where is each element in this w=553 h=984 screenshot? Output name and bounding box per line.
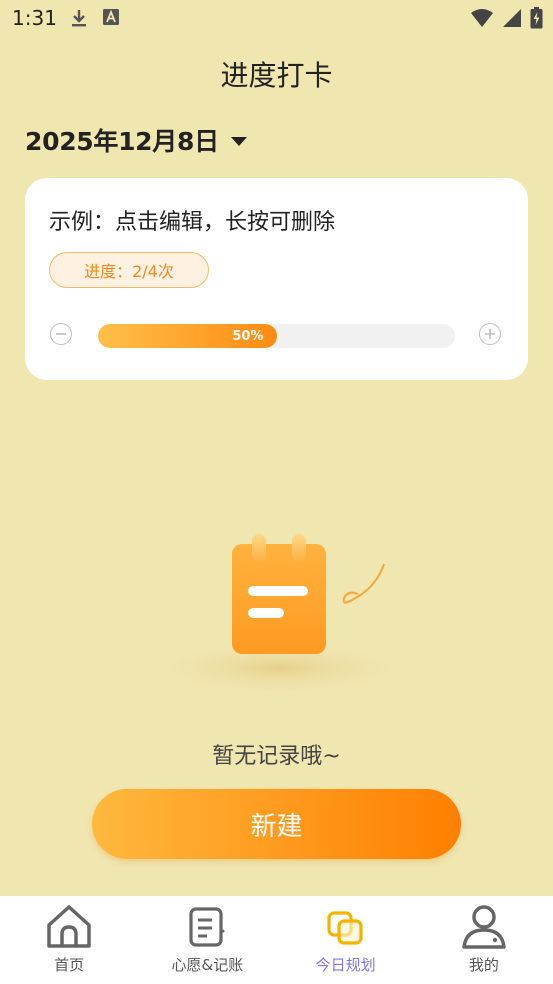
home-icon — [47, 905, 91, 948]
page-title: 进度打卡 — [220, 59, 333, 92]
wifi-icon — [471, 9, 493, 27]
font-a-icon — [103, 9, 119, 25]
caret-down-icon — [230, 137, 247, 146]
progress-count-badge: 进度：2/4次 — [49, 252, 209, 288]
download-icon — [72, 10, 86, 27]
increment-button[interactable] — [479, 323, 501, 345]
progress-card[interactable]: 示例：点击编辑，长按可删除 进度：2/4次 50% — [25, 178, 528, 380]
status-time: 1:31 — [12, 6, 57, 30]
date-value: 2025年12月8日 — [25, 127, 219, 156]
signal-icon — [503, 9, 521, 27]
status-left-icons — [70, 8, 120, 28]
battery-charging-icon — [530, 7, 543, 29]
nav-item-today-plan[interactable]: 今日规划 — [277, 896, 415, 984]
progress-bar-fill: 50% — [98, 324, 277, 348]
note-list-icon — [189, 907, 226, 947]
nav-item-wish-accounts[interactable]: 心愿&记账 — [138, 896, 276, 984]
nav-label-home: 首页 — [54, 956, 85, 974]
nav-item-home[interactable]: 首页 — [0, 896, 138, 984]
status-bar: 1:31 — [0, 0, 553, 38]
empty-state-text: 暂无记录哦~ — [212, 744, 341, 769]
nav-item-mine[interactable]: 我的 — [415, 896, 553, 984]
decrement-button[interactable] — [50, 323, 72, 345]
nav-label-today-plan: 今日规划 — [315, 956, 376, 974]
nav-label-mine: 我的 — [468, 956, 499, 974]
progress-bar: 50% — [98, 324, 455, 348]
card-title: 示例：点击编辑，长按可删除 — [49, 210, 336, 235]
status-right-icons — [470, 7, 543, 29]
progress-percent-label: 50% — [232, 328, 264, 344]
plan-squares-icon — [327, 911, 363, 945]
user-icon — [462, 905, 506, 949]
new-button[interactable]: 新建 — [92, 789, 461, 859]
plus-circle-icon — [485, 329, 495, 339]
date-picker[interactable]: 2025年12月8日 — [25, 122, 247, 158]
minus-circle-icon — [56, 333, 66, 335]
bottom-nav: 首页 心愿&记账 今日规划 我的 — [0, 896, 553, 984]
nav-label-wish-accounts: 心愿&记账 — [171, 956, 244, 974]
notebook-illustration — [148, 534, 410, 696]
